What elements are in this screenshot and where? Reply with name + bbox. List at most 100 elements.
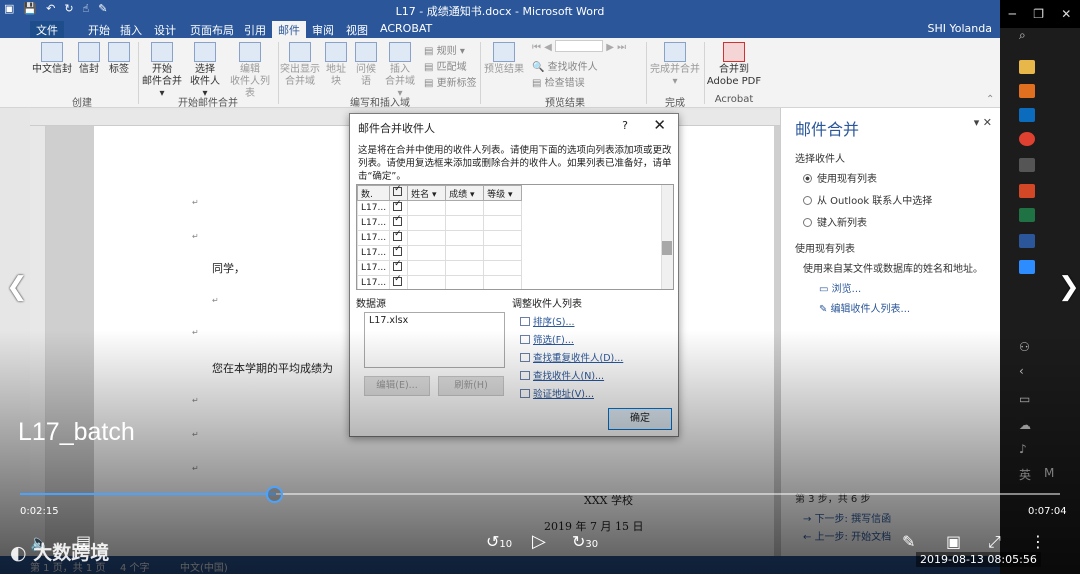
chrome-icon[interactable] (1019, 132, 1035, 146)
greeting-line-button[interactable]: 问候语 (352, 42, 380, 88)
row-checkbox[interactable] (393, 199, 403, 211)
tab-mailings[interactable]: 邮件 (272, 21, 306, 38)
people-icon[interactable]: ⚇ (1019, 340, 1030, 354)
grid-scrollbar[interactable] (661, 185, 673, 289)
table-row[interactable]: L17... (357, 214, 523, 231)
video-progress-bar[interactable] (20, 493, 1060, 495)
ok-button[interactable]: 确定 (608, 408, 672, 430)
chevron-left-icon[interactable]: ‹ (1019, 364, 1024, 378)
validate-addresses-link[interactable]: 验证地址(V)... (520, 386, 594, 400)
address-block-button[interactable]: 地址块 (322, 42, 350, 88)
column-grade[interactable]: 等级 ▾ (483, 185, 523, 201)
pane-menu-icon[interactable]: ▾ (974, 116, 980, 129)
select-recipients-button[interactable]: 选择 收件人 ▾ (186, 42, 224, 100)
fullscreen-icon[interactable]: ⤢ (988, 532, 1001, 552)
tab-design[interactable]: 设计 (148, 21, 182, 39)
network-icon[interactable]: ☁ (1019, 418, 1031, 432)
datasource-item[interactable]: L17.xlsx (369, 315, 408, 326)
finish-merge-button[interactable]: 完成并合并 ▾ (648, 42, 702, 88)
battery-icon[interactable]: ▭ (1019, 392, 1030, 406)
row-checkbox[interactable] (393, 244, 403, 256)
recipient-grid[interactable]: 数. 姓名 ▾ 成绩 ▾ 等级 ▾ L17... L17... L17... L… (356, 184, 674, 290)
tab-review[interactable]: 审阅 (306, 21, 340, 39)
column-source[interactable]: 数. (357, 185, 391, 201)
table-row[interactable]: L17... (357, 199, 523, 216)
option-type-new[interactable]: 键入新列表 (803, 214, 867, 229)
prev-video-icon[interactable]: ❮ (6, 272, 28, 302)
record-navigation[interactable]: ⏮ ◀ ▶ ⏭ (532, 40, 626, 53)
update-labels-button[interactable]: ▤ 更新标签 (424, 74, 477, 89)
sort-link[interactable]: 排序(S)... (520, 314, 575, 328)
row-checkbox[interactable] (393, 214, 403, 226)
outlook-icon[interactable] (1019, 108, 1035, 122)
input-language[interactable]: 英 (1019, 466, 1031, 483)
tab-file[interactable]: 文件 (30, 21, 64, 39)
datasource-list[interactable]: L17.xlsx (364, 312, 505, 368)
checkbox-all[interactable] (393, 185, 403, 196)
search-app-icon[interactable] (1019, 84, 1035, 98)
close-icon[interactable]: ✕ (1061, 7, 1071, 21)
row-checkbox[interactable] (393, 229, 403, 241)
more-icon[interactable]: ⋮ (1030, 532, 1046, 551)
envelopes-button[interactable]: 信封 (76, 42, 102, 76)
filter-link[interactable]: 筛选(F)... (520, 332, 574, 346)
play-icon[interactable]: ▷ (532, 531, 546, 552)
help-button[interactable]: ? (622, 119, 628, 132)
tab-references[interactable]: 引用 (238, 21, 272, 39)
dropdown-icon[interactable]: ▾ (470, 190, 475, 200)
scrollbar-thumb[interactable] (662, 241, 672, 255)
chinese-envelope-button[interactable]: 中文信封 (32, 42, 72, 76)
start-mail-merge-button[interactable]: 开始 邮件合并 ▾ (140, 42, 184, 100)
volume-icon[interactable]: ♪ (1019, 442, 1027, 456)
user-name[interactable]: SHI Yolanda (928, 22, 992, 35)
excel-icon[interactable] (1019, 208, 1035, 222)
table-row[interactable]: L17... (357, 229, 523, 246)
picture-in-picture-icon[interactable]: ▣ (946, 532, 961, 551)
insert-merge-field-button[interactable]: 插入 合并域 ▾ (382, 42, 418, 100)
labels-button[interactable]: 标签 (106, 42, 132, 76)
dialog-close-button[interactable]: ✕ (653, 116, 666, 134)
check-errors-button[interactable]: ▤ 检查错误 (532, 74, 585, 89)
collapse-ribbon-icon[interactable]: ⌃ (986, 94, 994, 105)
browse-link[interactable]: ▭ 浏览... (819, 280, 861, 295)
tab-view[interactable]: 视图 (340, 21, 374, 39)
record-number-input[interactable] (555, 40, 604, 52)
word-icon[interactable] (1019, 234, 1035, 248)
prev-step-link[interactable]: ← 上一步: 开始文档 (803, 528, 891, 543)
dropdown-icon[interactable]: ▾ (432, 190, 437, 200)
forward-button[interactable]: ↻30 (572, 532, 598, 551)
vertical-ruler[interactable] (30, 126, 46, 556)
next-step-link[interactable]: → 下一步: 撰写信函 (803, 510, 891, 525)
pane-close-icon[interactable]: ✕ (983, 116, 992, 129)
tab-acrobat[interactable]: ACROBAT (374, 21, 438, 36)
edit-button[interactable]: 编辑(E)... (364, 376, 430, 396)
find-recipient-link[interactable]: 查找收件人(N)... (520, 368, 604, 382)
next-video-icon[interactable]: ❯ (1058, 272, 1080, 302)
table-row[interactable]: L17... (357, 244, 523, 261)
restore-icon[interactable]: ❐ (1033, 7, 1044, 21)
rules-button[interactable]: ▤ 规则 ▾ (424, 42, 465, 57)
edit-recipient-list-button[interactable]: 编辑 收件人列表 (226, 42, 274, 100)
row-checkbox[interactable] (393, 274, 403, 286)
edit-recipient-list-link[interactable]: ✎ 编辑收件人列表... (819, 300, 910, 315)
rewind-button[interactable]: ↺10 (486, 532, 512, 551)
tab-home[interactable]: 开始 (82, 21, 116, 39)
tab-layout[interactable]: 页面布局 (184, 21, 240, 39)
zoom-icon[interactable] (1019, 260, 1035, 274)
table-row[interactable]: L17... (357, 259, 523, 276)
find-recipient-button[interactable]: 🔍 查找收件人 (532, 58, 598, 73)
ime-indicator[interactable]: M (1044, 466, 1054, 480)
match-fields-button[interactable]: ▤ 匹配域 (424, 58, 467, 73)
refresh-button[interactable]: 刷新(H) (438, 376, 504, 396)
app-icon[interactable] (1019, 158, 1035, 172)
column-score[interactable]: 成绩 ▾ (445, 185, 485, 201)
tab-insert[interactable]: 插入 (114, 21, 148, 39)
highlight-merge-fields-button[interactable]: 突出显示 合并域 (280, 42, 320, 88)
minimize-icon[interactable]: ─ (1009, 7, 1016, 21)
column-name[interactable]: 姓名 ▾ (407, 185, 447, 201)
table-row[interactable]: L17... (357, 274, 523, 289)
word-count[interactable]: 4 个字 (120, 559, 150, 574)
powerpoint-icon[interactable] (1019, 184, 1035, 198)
dropdown-icon[interactable]: ▾ (508, 190, 513, 200)
merge-to-pdf-button[interactable]: 合并到 Adobe PDF (706, 42, 762, 88)
